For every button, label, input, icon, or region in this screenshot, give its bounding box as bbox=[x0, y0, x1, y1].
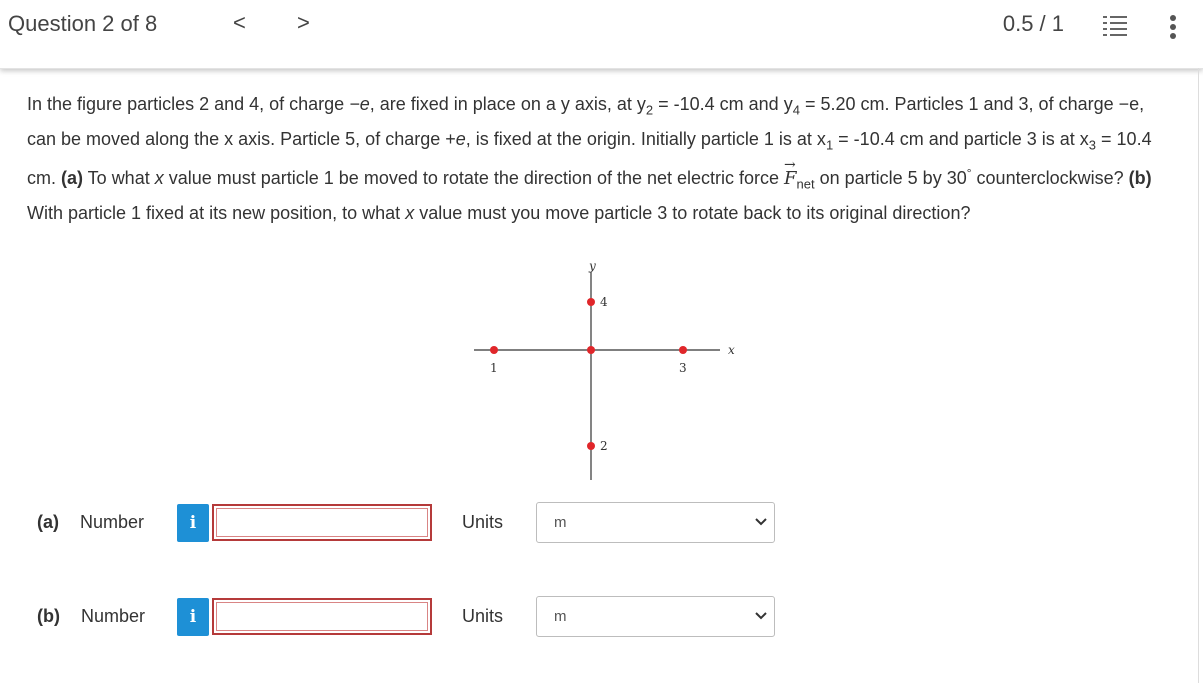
chevron-down-icon bbox=[755, 518, 767, 526]
more-options-icon[interactable] bbox=[1169, 14, 1177, 40]
info-icon-a[interactable]: i bbox=[177, 504, 209, 542]
particle-4 bbox=[587, 298, 595, 306]
particle-1-label: 1 bbox=[490, 361, 498, 375]
y-axis-label: y bbox=[588, 259, 596, 273]
answer-b-input[interactable] bbox=[212, 598, 432, 635]
info-icon-b[interactable]: i bbox=[177, 598, 209, 636]
part-b-label: (b) Number bbox=[37, 606, 146, 626]
part-a-label: (a) Number bbox=[37, 512, 145, 532]
particle-2-label: 2 bbox=[600, 439, 608, 453]
chevron-down-icon bbox=[755, 612, 767, 620]
units-select-a[interactable]: m bbox=[536, 502, 775, 543]
particle-1 bbox=[490, 346, 498, 354]
panel-edge bbox=[1198, 68, 1199, 683]
x-axis-label: x bbox=[728, 343, 735, 357]
particle-3 bbox=[679, 346, 687, 354]
particle-5 bbox=[587, 346, 595, 354]
particle-4-label: 4 bbox=[600, 295, 608, 309]
units-label-b: Units bbox=[462, 606, 504, 626]
question-text: In the figure particles 2 and 4, of char… bbox=[27, 94, 1152, 223]
next-question-button[interactable]: > bbox=[297, 10, 310, 36]
units-label-a: Units bbox=[462, 512, 504, 532]
particle-3-label: 3 bbox=[679, 361, 687, 375]
previous-question-button[interactable]: < bbox=[233, 10, 246, 36]
score-display: 0.5 / 1 bbox=[1002, 11, 1064, 36]
units-select-b[interactable]: m bbox=[536, 596, 775, 637]
units-value-b: m bbox=[554, 608, 567, 625]
question-header: Question 2 of 8 < > 0.5 / 1 bbox=[0, 0, 1203, 69]
question-list-icon[interactable] bbox=[1103, 15, 1127, 37]
particle-2 bbox=[587, 442, 595, 450]
question-title: Question 2 of 8 bbox=[8, 11, 158, 36]
answer-a-input[interactable] bbox=[212, 504, 432, 541]
units-value-a: m bbox=[554, 514, 567, 531]
particle-figure: y x 1 3 4 2 bbox=[474, 259, 735, 480]
